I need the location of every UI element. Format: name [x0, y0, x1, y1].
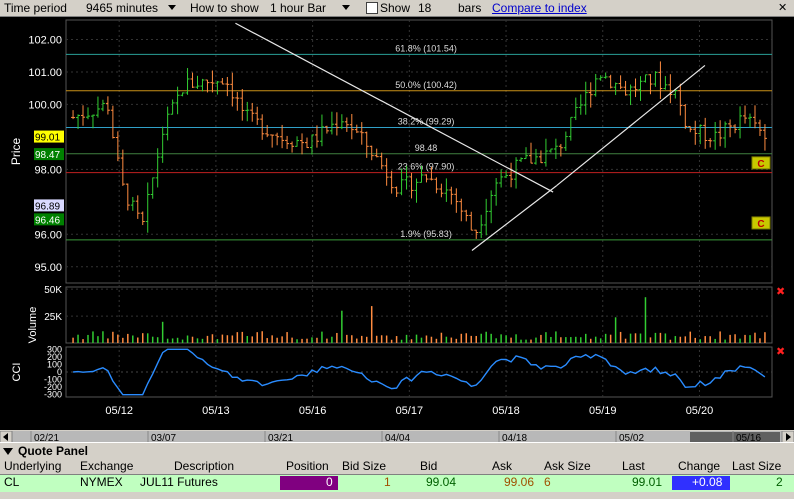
fibonacci-label: 50.0% (100.42) [395, 80, 457, 90]
volume-close-icon: ✖ [776, 285, 785, 298]
scroll-thumb [690, 432, 780, 442]
show-count-input[interactable]: 18 [418, 1, 431, 15]
show-label: Show [380, 1, 411, 15]
time-scrollbar[interactable]: 02/21 03/07 03/21 04/04 04/18 05/02 05/16 [0, 430, 794, 444]
volume-axis-label: Volume [27, 307, 39, 344]
cell-description: JUL11 Futures [140, 475, 218, 489]
price-tag-label: 98.47 [35, 150, 60, 161]
quote-panel-title: Quote Panel [18, 444, 89, 458]
volume-tick-label: 25K [44, 312, 62, 323]
cci-close-icon: ✖ [776, 345, 785, 358]
cell-bid-size: 1 [384, 475, 391, 489]
price-tag-label: 99.01 [35, 133, 60, 144]
volume-tick-label: 50K [44, 285, 62, 296]
col-position[interactable]: Position [286, 459, 329, 473]
x-tick-label: 05/17 [396, 405, 424, 417]
col-underlying[interactable]: Underlying [4, 459, 61, 473]
time-period-label: Time period [4, 1, 67, 15]
quote-panel-title-bar: Quote Panel [0, 442, 794, 458]
price-tag-label: 96.89 [35, 201, 60, 212]
price-tag-label: 96.46 [35, 215, 60, 226]
col-bid-size[interactable]: Bid Size [342, 459, 386, 473]
col-exchange[interactable]: Exchange [80, 459, 133, 473]
close-icon[interactable]: ✕ [778, 1, 787, 14]
marker-label: C [757, 159, 764, 170]
price-tick-label: 100.00 [28, 99, 62, 111]
price-tick-label: 101.00 [28, 67, 62, 79]
price-chart[interactable]: 61.8% (101.54)50.0% (100.42)38.2% (99.29… [0, 17, 794, 430]
cell-ask: 99.06 [504, 475, 535, 489]
extra-level-label: 98.48 [415, 143, 438, 153]
fibonacci-label: 1.9% (95.83) [400, 229, 452, 239]
x-tick-label: 05/18 [492, 405, 520, 417]
quote-row[interactable]: CL NYMEX JUL11 Futures 0 1 99.04 99.06 6… [0, 474, 794, 493]
cell-last-size: 2 [776, 475, 783, 489]
col-bid[interactable]: Bid [420, 459, 437, 473]
cell-bid: 99.04 [426, 475, 457, 489]
cell-exchange: NYMEX [80, 475, 123, 489]
col-ask-size[interactable]: Ask Size [544, 459, 591, 473]
how-to-show-dropdown[interactable]: 1 hour Bar [270, 1, 326, 15]
cci-tick-label: -300 [44, 390, 62, 400]
price-axis-label: Price [9, 138, 23, 166]
quote-panel-footer [0, 492, 794, 499]
price-tick-label: 98.00 [34, 164, 62, 176]
chart-area[interactable]: 61.8% (101.54) 50.0% (100.42) 38.2% (99.29… [0, 17, 794, 430]
x-tick-label: 05/19 [589, 405, 617, 417]
x-tick-label: 05/12 [105, 405, 133, 417]
marker-label: C [757, 219, 764, 230]
show-bars-checkbox[interactable] [366, 2, 378, 14]
x-tick-label: 05/16 [299, 405, 327, 417]
col-last[interactable]: Last [622, 459, 645, 473]
cell-ask-size: 6 [544, 475, 551, 489]
how-to-show-label: How to show [190, 1, 259, 15]
collapse-chevron-icon[interactable] [3, 448, 13, 455]
col-change[interactable]: Change [678, 459, 720, 473]
x-tick-label: 05/13 [202, 405, 230, 417]
col-description[interactable]: Description [174, 459, 234, 473]
cell-underlying: CL [4, 475, 20, 489]
col-ask[interactable]: Ask [492, 459, 512, 473]
fibonacci-label: 61.8% (101.54) [395, 43, 457, 53]
how-to-show-chevron-icon[interactable] [342, 5, 350, 10]
quote-panel-header: Underlying Exchange Description Position… [0, 458, 794, 474]
compare-to-index-link[interactable]: Compare to index [492, 1, 587, 15]
cci-axis-label: CCI [11, 363, 23, 382]
cell-last: 99.01 [632, 475, 663, 489]
time-period-chevron-icon[interactable] [168, 5, 176, 10]
bars-label: bars [458, 1, 482, 15]
cell-position: 0 [326, 475, 333, 489]
time-period-dropdown[interactable]: 9465 minutes [86, 1, 158, 15]
price-tick-label: 96.00 [34, 229, 62, 241]
x-tick-label: 05/20 [686, 405, 714, 417]
chart-toolbar: Time period 9465 minutes How to show 1 h… [0, 0, 794, 17]
cell-change: +0.08 [692, 475, 723, 489]
col-last-size[interactable]: Last Size [732, 459, 781, 473]
price-tick-label: 102.00 [28, 34, 62, 46]
price-tick-label: 95.00 [34, 262, 62, 274]
